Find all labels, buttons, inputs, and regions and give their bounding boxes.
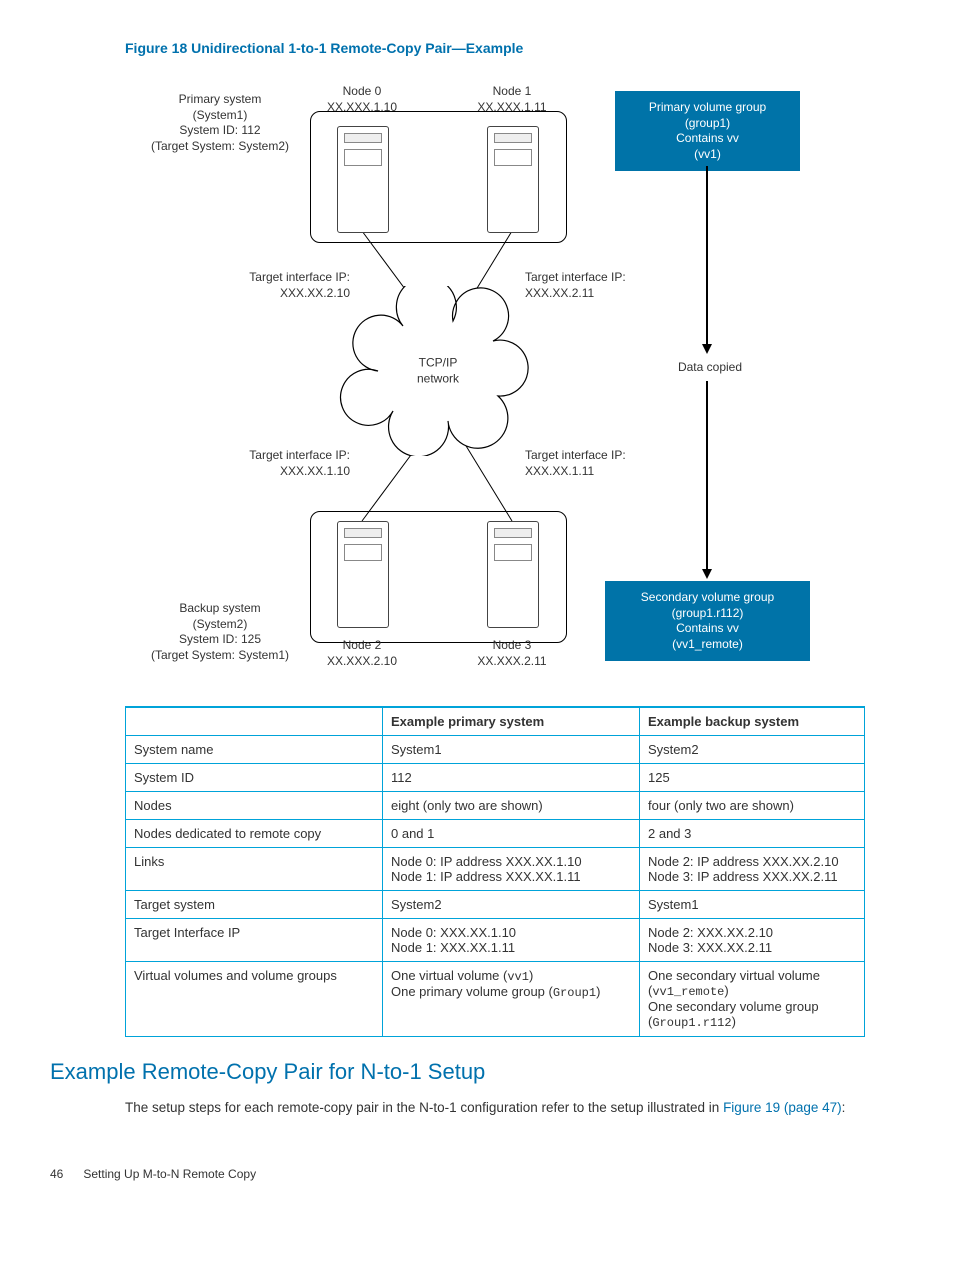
figure-caption: Figure 18 Unidirectional 1-to-1 Remote-C… bbox=[125, 40, 904, 56]
data-copied-label: Data copied bbox=[655, 360, 765, 376]
table-cell-backup: 2 and 3 bbox=[640, 820, 865, 848]
table-row: Target Interface IPNode 0: XXX.XX.1.10No… bbox=[126, 919, 865, 962]
table-cell-primary: Node 0: IP address XXX.XX.1.10Node 1: IP… bbox=[383, 848, 640, 891]
table-row: Virtual volumes and volume groupsOne vir… bbox=[126, 962, 865, 1037]
table-header-backup: Example backup system bbox=[640, 707, 865, 736]
primary-system-label: Primary system (System1) System ID: 112 … bbox=[140, 92, 300, 154]
table-cell-label: Nodes dedicated to remote copy bbox=[126, 820, 383, 848]
arrow-line-1 bbox=[706, 166, 708, 346]
table-cell-backup: four (only two are shown) bbox=[640, 792, 865, 820]
table-row: Nodeseight (only two are shown)four (onl… bbox=[126, 792, 865, 820]
server-node3 bbox=[487, 521, 539, 628]
secondary-volume-group: Secondary volume group (group1.r112) Con… bbox=[605, 581, 810, 661]
node2-label: Node 2XX.XXX.2.10 bbox=[317, 638, 407, 669]
arrow-line-2 bbox=[706, 381, 708, 571]
table-cell-label: Target system bbox=[126, 891, 383, 919]
table-cell-backup: System2 bbox=[640, 736, 865, 764]
network-cloud: TCP/IP network bbox=[338, 286, 538, 456]
table-cell-primary: 112 bbox=[383, 764, 640, 792]
target-ip-bot-left: Target interface IP:XXX.XX.1.10 bbox=[220, 448, 350, 479]
table-cell-primary: 0 and 1 bbox=[383, 820, 640, 848]
network-diagram: Primary system (System1) System ID: 112 … bbox=[125, 66, 904, 686]
table-cell-backup: One secondary virtual volume (vv1_remote… bbox=[640, 962, 865, 1037]
section-heading: Example Remote-Copy Pair for N-to-1 Setu… bbox=[50, 1059, 904, 1085]
table-row: System ID112125 bbox=[126, 764, 865, 792]
server-node2 bbox=[337, 521, 389, 628]
backup-system-label: Backup system (System2) System ID: 125 (… bbox=[140, 601, 300, 663]
table-row: LinksNode 0: IP address XXX.XX.1.10Node … bbox=[126, 848, 865, 891]
table-cell-label: System name bbox=[126, 736, 383, 764]
table-row: System nameSystem1System2 bbox=[126, 736, 865, 764]
table-header-blank bbox=[126, 707, 383, 736]
table-cell-primary: One virtual volume (vv1)One primary volu… bbox=[383, 962, 640, 1037]
table-header-row: Example primary system Example backup sy… bbox=[126, 707, 865, 736]
table-cell-backup: Node 2: IP address XXX.XX.2.10Node 3: IP… bbox=[640, 848, 865, 891]
primary-volume-group: Primary volume group (group1) Contains v… bbox=[615, 91, 800, 171]
target-ip-top-left: Target interface IP:XXX.XX.2.10 bbox=[220, 270, 350, 301]
table-cell-primary: eight (only two are shown) bbox=[383, 792, 640, 820]
figure-link[interactable]: Figure 19 (page 47) bbox=[723, 1100, 842, 1115]
table-cell-label: Virtual volumes and volume groups bbox=[126, 962, 383, 1037]
node3-label: Node 3XX.XXX.2.11 bbox=[467, 638, 557, 669]
table-cell-backup: 125 bbox=[640, 764, 865, 792]
table-cell-label: System ID bbox=[126, 764, 383, 792]
arrowhead-1 bbox=[702, 344, 712, 354]
table-cell-backup: System1 bbox=[640, 891, 865, 919]
table-cell-backup: Node 2: XXX.XX.2.10Node 3: XXX.XX.2.11 bbox=[640, 919, 865, 962]
footer-title: Setting Up M-to-N Remote Copy bbox=[83, 1167, 256, 1181]
table-cell-label: Nodes bbox=[126, 792, 383, 820]
server-node0 bbox=[337, 126, 389, 233]
table-cell-label: Links bbox=[126, 848, 383, 891]
table-cell-primary: System2 bbox=[383, 891, 640, 919]
page-number: 46 bbox=[50, 1167, 80, 1181]
node0-label: Node 0XX.XXX.1.10 bbox=[317, 84, 407, 115]
cloud-label: TCP/IP network bbox=[417, 355, 459, 386]
body-paragraph: The setup steps for each remote-copy pai… bbox=[125, 1099, 904, 1117]
table-cell-primary: System1 bbox=[383, 736, 640, 764]
table-row: Target systemSystem2System1 bbox=[126, 891, 865, 919]
table-header-primary: Example primary system bbox=[383, 707, 640, 736]
node1-label: Node 1XX.XXX.1.11 bbox=[467, 84, 557, 115]
target-ip-top-right: Target interface IP:XXX.XX.2.11 bbox=[525, 270, 655, 301]
page-footer: 46 Setting Up M-to-N Remote Copy bbox=[50, 1167, 904, 1181]
example-systems-table: Example primary system Example backup sy… bbox=[125, 706, 865, 1037]
arrowhead-2 bbox=[702, 569, 712, 579]
table-cell-primary: Node 0: XXX.XX.1.10Node 1: XXX.XX.1.11 bbox=[383, 919, 640, 962]
target-ip-bot-right: Target interface IP:XXX.XX.1.11 bbox=[525, 448, 655, 479]
table-row: Nodes dedicated to remote copy0 and 12 a… bbox=[126, 820, 865, 848]
table-cell-label: Target Interface IP bbox=[126, 919, 383, 962]
server-node1 bbox=[487, 126, 539, 233]
